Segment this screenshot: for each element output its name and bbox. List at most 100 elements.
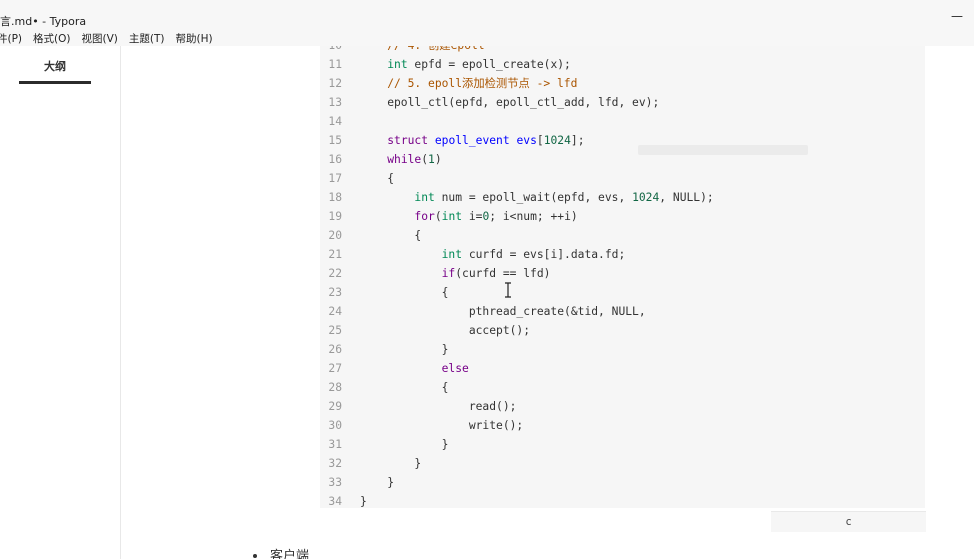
code-text: int num = epoll_wait(epfd, evs, 1024, NU… (360, 188, 714, 207)
code-text: int curfd = evs[i].data.fd; (360, 245, 626, 264)
code-text: epoll_ctl(epfd, epoll_ctl_add, lfd, ev); (360, 93, 659, 112)
line-number: 31 (328, 438, 342, 451)
line-number: 33 (328, 476, 342, 489)
code-token: i= (462, 210, 483, 223)
code-text: else (360, 359, 469, 378)
code-token: { (360, 286, 449, 299)
sidebar: 大纲 (0, 46, 121, 559)
code-text: } (360, 435, 449, 454)
code-token: while (387, 153, 422, 166)
code-token: 1024 (632, 191, 660, 204)
line-number: 24 (328, 305, 342, 318)
line-number: 25 (328, 324, 342, 337)
code-token: } (360, 495, 367, 508)
menu-file[interactable]: 件(P) (0, 31, 22, 46)
code-token: write(); (360, 419, 524, 432)
code-text: } (360, 473, 394, 492)
line-number: 23 (328, 286, 342, 299)
line-number: 20 (328, 229, 342, 242)
code-text: pthread_create(&tid, NULL, (360, 302, 646, 321)
code-block[interactable]: 10 // 4. 创建epoll 11 int epfd = epoll_crea… (320, 46, 925, 508)
code-token: ( (434, 210, 442, 223)
line-number: 26 (328, 343, 342, 356)
code-text: accept(); (360, 321, 530, 340)
code-text: int epfd = epoll_create(x); (360, 55, 571, 74)
code-token: evs (516, 134, 537, 147)
code-text: read(); (360, 397, 517, 416)
active-tab-indicator (19, 81, 91, 84)
line-number: 28 (328, 381, 342, 394)
line-number: 21 (328, 248, 342, 261)
code-token: read(); (360, 400, 517, 413)
code-token: { (360, 229, 422, 242)
code-token: 1024 (543, 134, 571, 147)
code-token: ]; (570, 134, 585, 147)
list-item[interactable]: 客户端 (270, 549, 309, 559)
code-text: if(curfd == lfd) (360, 264, 551, 283)
code-token: struct (387, 134, 429, 147)
code-text: { (360, 378, 449, 397)
code-text: { (360, 283, 449, 302)
code-text: } (360, 454, 421, 473)
code-token: epoll_event (434, 134, 510, 147)
list-bullet (253, 554, 257, 558)
code-token: for (414, 210, 435, 223)
line-number: 12 (328, 77, 342, 90)
menu-bar: 件(P) 格式(O) 视图(V) 主题(T) 帮助(H) (0, 30, 974, 46)
code-token: } (360, 457, 422, 470)
code-token: } (360, 343, 449, 356)
code-text: struct epoll_event evs[1024]; (360, 131, 585, 150)
code-token: accept(); (360, 324, 531, 337)
code-token: { (360, 381, 449, 394)
code-token: int (414, 191, 435, 204)
code-text: } (360, 340, 449, 359)
code-token: num = epoll_wait(epfd, evs, (434, 191, 633, 204)
code-token: ) (434, 153, 442, 166)
code-token: int (441, 210, 463, 223)
title-bar: 言.md• - Typora — (0, 0, 974, 30)
code-token: curfd = evs[i].data.fd; (462, 248, 626, 261)
code-text: write(); (360, 416, 523, 435)
code-token: } (360, 438, 449, 451)
line-number: 19 (328, 210, 342, 223)
window-title: 言.md• - Typora (0, 15, 87, 28)
text-cursor-icon (505, 282, 511, 298)
code-token: else (441, 362, 469, 375)
line-number: 11 (328, 58, 342, 71)
code-language-input[interactable]: c (771, 511, 926, 532)
code-token: epoll_ctl(epfd, epoll_ctl_add, lfd, ev); (360, 96, 660, 109)
code-text: for(int i=0; i<num; ++i) (360, 207, 577, 226)
code-token: , NULL); (659, 191, 714, 204)
line-number: 29 (328, 400, 342, 413)
code-token: { (360, 172, 395, 185)
line-number: 15 (328, 134, 342, 147)
code-token: // 4. 创建epoll (360, 46, 484, 52)
code-text: // 4. 创建epoll (360, 46, 484, 55)
menu-help[interactable]: 帮助(H) (176, 31, 213, 46)
menu-view[interactable]: 视图(V) (82, 31, 118, 46)
code-text: // 5. epoll添加检测节点 -> lfd (360, 74, 577, 93)
code-token: [ (536, 134, 544, 147)
menu-theme[interactable]: 主题(T) (129, 31, 165, 46)
line-number: 30 (328, 419, 342, 432)
code-token: (curfd == lfd) (455, 267, 551, 280)
code-token: if (441, 267, 456, 280)
code-text: } (360, 492, 367, 508)
line-number: 34 (328, 495, 342, 508)
minimize-icon[interactable]: — (950, 10, 964, 22)
line-number: 17 (328, 172, 342, 185)
watermark (638, 145, 808, 155)
menu-format[interactable]: 格式(O) (33, 31, 70, 46)
code-token: int (441, 248, 463, 261)
line-number: 32 (328, 457, 342, 470)
code-text: while(1) (360, 150, 442, 169)
code-token: int (387, 58, 408, 71)
code-token: epfd = epoll_create(x); (407, 58, 571, 71)
